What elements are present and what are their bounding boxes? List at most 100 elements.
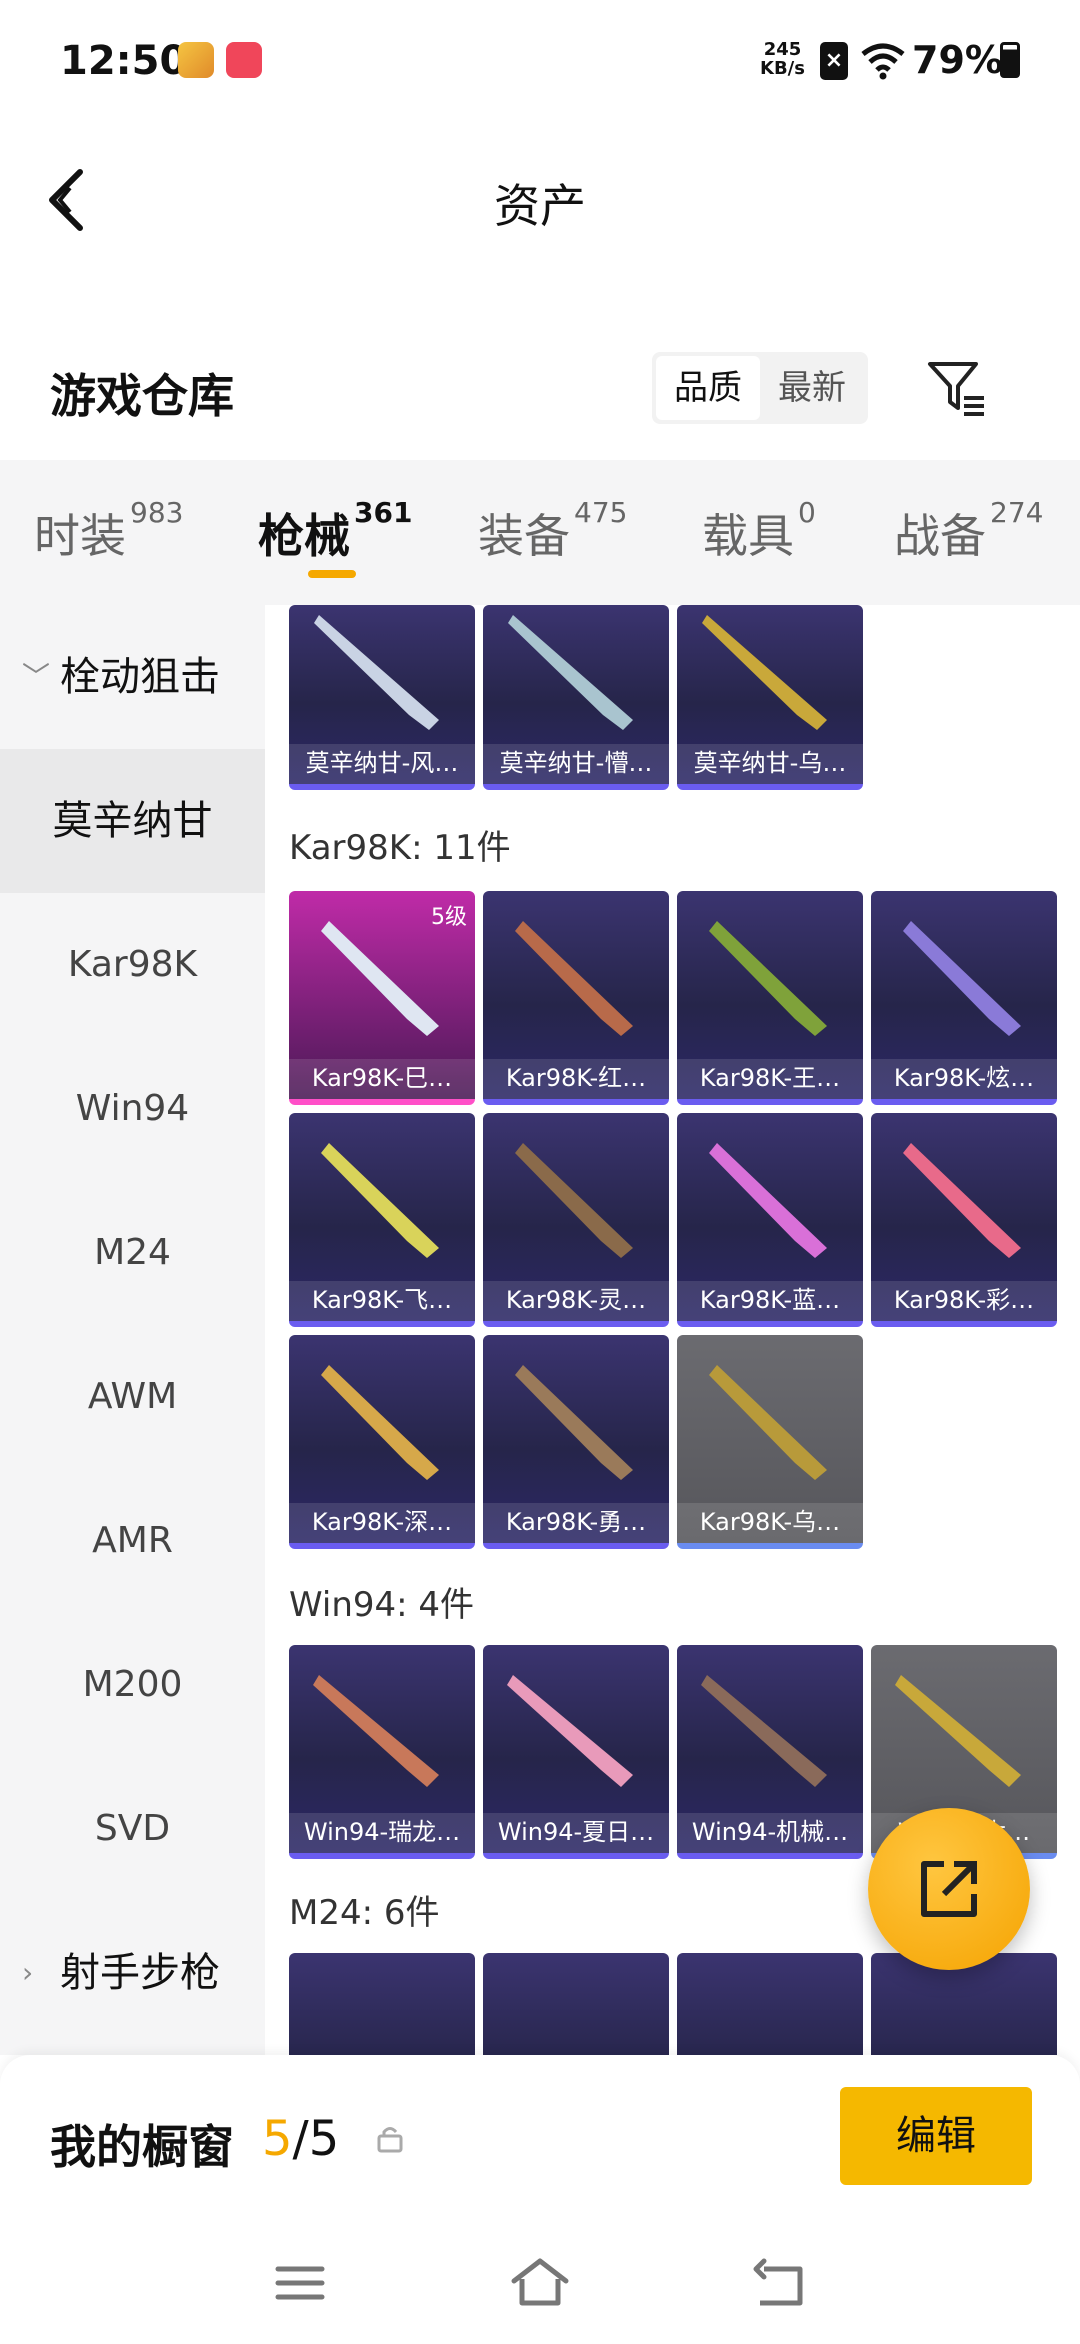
weapon-name: 莫辛纳甘-懵… — [483, 744, 669, 784]
active-tab-indicator — [308, 570, 356, 578]
weapon-card[interactable]: Kar98K-红… — [483, 891, 669, 1105]
sidebar-item-mosin[interactable]: 莫辛纳甘 — [0, 749, 265, 893]
showcase-bar: 我的橱窗 5/5 编辑 — [0, 2055, 1080, 2225]
weapon-card[interactable]: Kar98K-飞… — [289, 1113, 475, 1327]
network-speed: 245 KB/s — [760, 40, 805, 78]
status-time: 12:50 — [60, 38, 188, 84]
tab-count: 983 — [130, 496, 184, 529]
menu-icon[interactable] — [272, 2255, 328, 2311]
rifle-icon — [903, 1143, 1021, 1258]
weapon-name: Kar98K-炫… — [871, 1059, 1057, 1099]
weapon-card[interactable]: Kar98K-炫… — [871, 891, 1057, 1105]
rifle-icon — [321, 1143, 439, 1258]
rifle-icon — [314, 615, 439, 730]
weapon-card[interactable]: 莫辛纳甘-乌… — [677, 605, 863, 790]
weapon-card[interactable] — [289, 1953, 475, 2055]
network-speed-value: 245 — [763, 39, 802, 60]
weapon-card[interactable]: 莫辛纳甘-懵… — [483, 605, 669, 790]
tab-vehicles[interactable]: 载具 0 — [702, 496, 816, 566]
sidebar-group-marksman[interactable]: › 射手步枪 — [0, 1901, 265, 2045]
sidebar-item-awm[interactable]: AWM — [0, 1325, 265, 1469]
sidebar-item-kar98k[interactable]: Kar98K — [0, 893, 265, 1037]
tab-fashion[interactable]: 时装 983 — [34, 496, 183, 566]
filter-icon[interactable] — [924, 356, 988, 420]
weapon-name: Win94-瑞龙… — [289, 1813, 475, 1853]
tab-count: 274 — [990, 496, 1044, 529]
home-icon[interactable] — [508, 2255, 572, 2311]
network-speed-unit: KB/s — [760, 58, 805, 79]
tab-count: 361 — [354, 496, 413, 529]
weapon-card[interactable]: Kar98K-彩… — [871, 1113, 1057, 1327]
tab-label: 枪械 — [258, 509, 350, 563]
tab-equipment[interactable]: 装备 475 — [478, 496, 627, 566]
weapon-card[interactable]: Kar98K-深… — [289, 1335, 475, 1549]
tab-count: 0 — [798, 496, 816, 529]
weapon-name: 莫辛纳甘-乌… — [677, 744, 863, 784]
sidebar-group-label: 栓动狙击 — [60, 654, 220, 700]
weapon-card[interactable]: Win94-夏日… — [483, 1645, 669, 1859]
sort-newest-option[interactable]: 最新 — [760, 356, 864, 420]
sidebar-item-svd[interactable]: SVD — [0, 1757, 265, 1901]
sidebar-item-m200[interactable]: M200 — [0, 1613, 265, 1757]
sidebar-group-bolt-action[interactable]: ﹀ 栓动狙击 — [0, 605, 265, 749]
rifle-icon — [515, 1365, 633, 1480]
weapon-card[interactable] — [483, 1953, 669, 2055]
rifle-icon — [709, 1365, 827, 1480]
group-title-kar98k: Kar98K: 11件 — [289, 828, 511, 868]
weapon-name: Kar98K-巳… — [289, 1059, 475, 1099]
system-nav-bar — [0, 2225, 1080, 2344]
weapon-card[interactable]: Kar98K-乌… — [677, 1335, 863, 1549]
rifle-icon — [313, 1675, 439, 1787]
sidebar-group-label: 射手步枪 — [60, 1950, 220, 1996]
sidebar-item-amr[interactable]: AMR — [0, 1469, 265, 1613]
sidebar-item-m24[interactable]: M24 — [0, 1181, 265, 1325]
rifle-icon — [508, 615, 633, 730]
rifle-icon — [702, 615, 827, 730]
rifle-icon — [515, 921, 633, 1036]
rifle-icon — [507, 1675, 633, 1787]
back-nav-icon[interactable] — [750, 2255, 810, 2311]
tab-label: 战备 — [894, 509, 986, 563]
rifle-icon — [321, 1365, 439, 1480]
wifi-icon — [861, 43, 905, 80]
rifle-icon — [903, 921, 1021, 1036]
rifle-icon — [709, 921, 827, 1036]
weapon-card[interactable]: Win94-瑞龙… — [289, 1645, 475, 1859]
tab-firearms[interactable]: 枪械 361 — [258, 496, 412, 566]
sort-quality-option[interactable]: 品质 — [656, 356, 760, 420]
weapon-name: Kar98K-飞… — [289, 1281, 475, 1321]
weapon-name: Kar98K-勇… — [483, 1503, 669, 1543]
weapon-card[interactable]: Kar98K-勇… — [483, 1335, 669, 1549]
weapon-card[interactable]: 5级 Kar98K-巳… — [289, 891, 475, 1105]
weapon-name: Kar98K-乌… — [677, 1503, 863, 1543]
rifle-icon — [709, 1143, 827, 1258]
rifle-icon — [515, 1143, 633, 1258]
weapon-card[interactable]: Win94-机械… — [677, 1645, 863, 1859]
category-tabs: 时装 983 枪械 361 装备 475 载具 0 战备 274 — [0, 460, 1080, 605]
edit-button[interactable]: 编辑 — [840, 2087, 1032, 2185]
tab-label: 载具 — [702, 509, 794, 563]
weapon-card[interactable]: Kar98K-王… — [677, 891, 863, 1105]
group-title-win94: Win94: 4件 — [289, 1585, 475, 1625]
weapon-name: Kar98K-王… — [677, 1059, 863, 1099]
chevron-right-icon: › — [22, 1956, 34, 1989]
section-title: 游戏仓库 — [50, 369, 234, 423]
weapon-card[interactable]: Kar98K-蓝… — [677, 1113, 863, 1327]
sidebar-item-win94[interactable]: Win94 — [0, 1037, 265, 1181]
weapon-card[interactable] — [677, 1953, 863, 2055]
tab-gear[interactable]: 战备 274 — [894, 496, 1043, 566]
weapon-card[interactable]: 莫辛纳甘-风… — [289, 605, 475, 790]
weapon-card[interactable]: Kar98K-灵… — [483, 1113, 669, 1327]
page-title: 资产 — [494, 179, 586, 233]
showcase-current: 5 — [262, 2111, 293, 2167]
weapon-sidebar: ﹀ 栓动狙击 莫辛纳甘 Kar98K Win94 M24 AWM AMR M200… — [0, 605, 265, 2055]
showcase-count: 5/5 — [262, 2111, 339, 2167]
share-button[interactable] — [868, 1808, 1030, 1970]
game-app-icon — [178, 42, 214, 78]
group-title-m24: M24: 6件 — [289, 1893, 440, 1933]
level-badge: 5级 — [431, 905, 467, 930]
rifle-icon — [895, 1675, 1021, 1787]
no-sim-icon: × — [820, 42, 848, 80]
tab-count: 475 — [574, 496, 628, 529]
battery-percentage: 79% — [912, 38, 1003, 82]
